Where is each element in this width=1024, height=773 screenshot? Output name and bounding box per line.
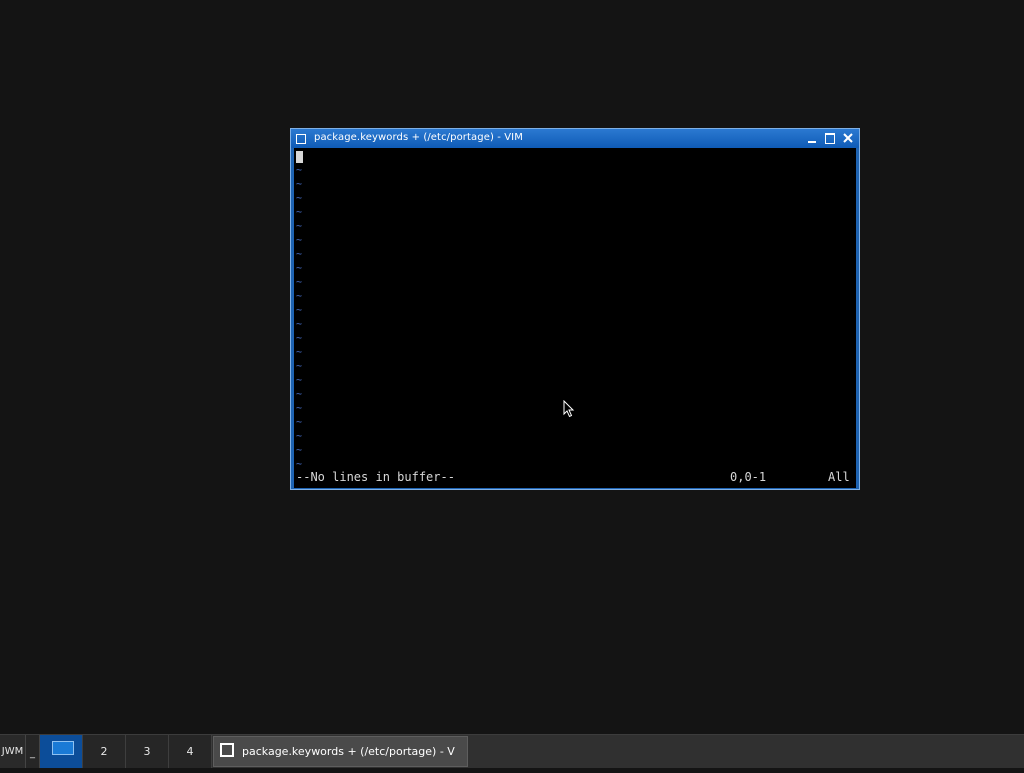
window-icon[interactable] [296,134,306,144]
desktop-switcher-3[interactable]: 3 [126,735,169,768]
empty-line-marker: ~ [296,333,303,344]
empty-line-marker: ~ [296,319,303,330]
empty-line-marker: ~ [296,249,303,260]
vim-editor-area[interactable]: ~ ~ ~ ~ ~ ~ ~ ~ ~ ~ ~ ~ ~ ~ ~ ~ ~ ~ ~ ~ … [294,148,856,488]
empty-line-marker: ~ [296,305,303,316]
empty-line-marker: ~ [296,375,303,386]
empty-line-markers: ~ ~ ~ ~ ~ ~ ~ ~ ~ ~ ~ ~ ~ ~ ~ ~ ~ ~ ~ ~ … [296,164,302,472]
empty-line-marker: ~ [296,235,303,246]
empty-line-marker: ~ [296,361,303,372]
cursor-position: 0,0-1 [730,470,767,484]
empty-line-marker: ~ [296,445,303,456]
window-titlebar[interactable]: package.keywords + (/etc/portage) - VIM [291,129,859,148]
empty-line-marker: ~ [296,431,303,442]
minimize-button[interactable] [805,131,819,145]
empty-line-marker: ~ [296,193,303,204]
empty-line-marker: ~ [296,389,303,400]
taskbar: JWM _ 2 3 4 package.keywords + (/etc/por… [0,734,1024,768]
window-icon [220,743,234,757]
empty-line-marker: ~ [296,207,303,218]
text-cursor [296,151,303,163]
maximize-button[interactable] [823,131,837,145]
close-button[interactable] [841,131,855,145]
taskbar-item-label: package.keywords + (/etc/portage) - V [242,745,455,758]
vim-window[interactable]: package.keywords + (/etc/portage) - VIM … [290,128,860,490]
window-title: package.keywords + (/etc/portage) - VIM [314,132,523,143]
desktop-switcher-2[interactable]: 2 [83,735,126,768]
scroll-position: All [828,470,850,484]
empty-line-marker: ~ [296,179,303,190]
empty-line-marker: ~ [296,291,303,302]
empty-line-marker: ~ [296,221,303,232]
desktop-switcher-4[interactable]: 4 [169,735,212,768]
empty-line-marker: ~ [296,417,303,428]
mouse-pointer-icon [563,400,575,418]
status-message: --No lines in buffer-- [296,470,455,484]
empty-line-marker: ~ [296,347,303,358]
taskbar-item-vim[interactable]: package.keywords + (/etc/portage) - V [213,736,468,767]
empty-line-marker: ~ [296,165,303,176]
jwm-menu-button[interactable]: JWM [0,735,26,768]
desktop-switcher-1[interactable] [40,735,83,768]
show-desktop-button[interactable]: _ [26,735,40,768]
minimize-icon [808,141,816,143]
desktop-preview-icon [52,741,74,755]
empty-line-marker: ~ [296,263,303,274]
close-icon [843,133,853,143]
maximize-icon [825,133,835,144]
empty-line-marker: ~ [296,403,303,414]
empty-line-marker: ~ [296,277,303,288]
